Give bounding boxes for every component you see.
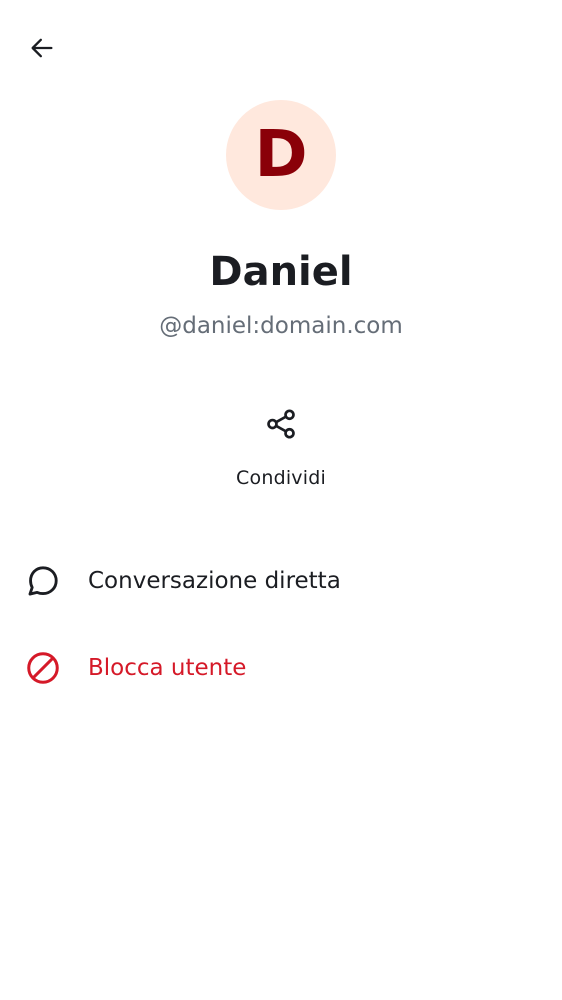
direct-chat-label: Conversazione diretta — [88, 568, 341, 594]
chat-bubble-icon — [24, 562, 62, 600]
share-label: Condividi — [236, 467, 326, 489]
block-icon — [24, 649, 62, 687]
avatar-initial: D — [254, 118, 308, 192]
arrow-left-icon — [28, 34, 56, 67]
display-name: Daniel — [209, 249, 353, 295]
direct-chat-button[interactable]: Conversazione diretta — [0, 546, 562, 616]
share-button[interactable]: Condividi — [211, 396, 351, 502]
avatar[interactable]: D — [226, 100, 336, 210]
back-button[interactable] — [18, 26, 66, 74]
user-id: @daniel:domain.com — [159, 313, 403, 339]
block-user-label: Blocca utente — [88, 655, 247, 681]
share-icon — [263, 406, 299, 442]
block-user-button[interactable]: Blocca utente — [0, 633, 562, 703]
